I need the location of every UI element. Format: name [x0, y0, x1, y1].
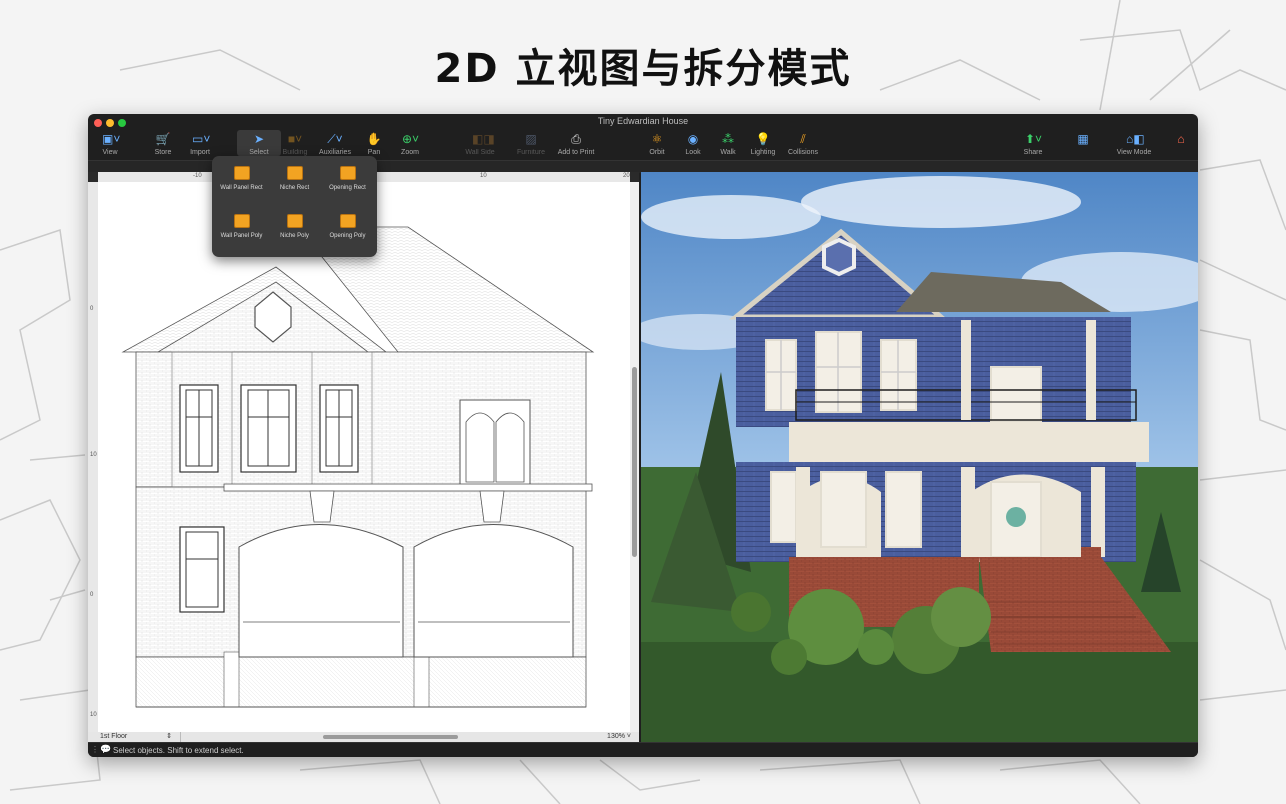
printer-icon: ⎙	[571, 132, 581, 146]
wall-panel-poly-icon	[233, 214, 250, 228]
furniture-icon: ▨	[525, 132, 537, 146]
app-window: Tiny Edwardian House ▣˅ View 🛒 Store ▭˅ Imp…	[88, 114, 1198, 757]
share-icon: ⬆˅	[1025, 132, 1043, 146]
footsteps-icon: ⁂	[722, 132, 734, 146]
wall-side-icon: ◧◨	[472, 132, 495, 146]
auxiliaries-button[interactable]: ⟋˅ Auxiliaries	[313, 130, 357, 156]
window-title: Tiny Edwardian House	[597, 116, 689, 126]
status-bar: ⋮⋮ 💬 Select objects. Shift to extend sel…	[88, 742, 1198, 757]
wall-panel-poly-tool[interactable]: Wall Panel Poly	[214, 214, 269, 239]
plan-bottom-bar: 1st Floor ⇕ 130% ˅	[88, 732, 639, 742]
bulb-icon: 💡	[755, 132, 771, 146]
help-bubble-icon[interactable]: 💬	[100, 744, 111, 755]
view-mode-button[interactable]: ⌂◧ View Mode	[1112, 130, 1156, 156]
house-3d-render	[641, 172, 1198, 742]
wall-side-button[interactable]: ◧◨ Wall Side	[458, 130, 502, 156]
niche-poly-tool[interactable]: Niche Poly	[267, 214, 322, 239]
headline: 2D 立视图与拆分模式	[434, 46, 852, 92]
building-button[interactable]: ■˅ Building	[273, 130, 317, 156]
niche-rect-tool[interactable]: Niche Rect	[267, 166, 322, 191]
house-3d-icon: ⌂	[1177, 132, 1185, 146]
opening-rect-icon	[339, 166, 356, 180]
floor-selector[interactable]: 1st Floor ⇕	[100, 732, 181, 742]
house-elevation-drawing	[121, 226, 595, 708]
view-mode-2d-button[interactable]: ▦	[1068, 130, 1098, 146]
share-button[interactable]: ⬆˅ Share	[1011, 130, 1055, 156]
vertical-scrollbar[interactable]	[630, 182, 639, 732]
add-to-print-button[interactable]: ⎙ Add to Print	[554, 130, 598, 156]
opening-poly-icon	[339, 214, 356, 228]
import-button[interactable]: ▭˅ Import	[178, 130, 222, 156]
view-icon: ▣˅	[102, 132, 121, 146]
niche-poly-icon	[286, 214, 303, 228]
niche-rect-icon	[286, 166, 303, 180]
opening-rect-tool[interactable]: Opening Rect	[320, 166, 375, 191]
3d-view-pane[interactable]	[641, 172, 1198, 742]
building-tools-popover: Wall Panel Rect Niche Rect Opening Rect …	[212, 156, 377, 257]
plan-view-icon: ▦	[1077, 132, 1089, 146]
building-icon: ■˅	[287, 132, 303, 146]
cart-icon: 🛒	[155, 132, 171, 146]
vertical-scroll-thumb[interactable]	[632, 367, 637, 557]
zoom-level[interactable]: 130% ˅	[607, 732, 631, 742]
chevron-up-down-icon: ⇕	[166, 733, 172, 740]
view-mode-3d-button[interactable]: ⌂	[1166, 130, 1196, 146]
horizontal-scroll-thumb[interactable]	[323, 735, 458, 739]
collisions-button[interactable]: ⫽ Collisions	[781, 130, 825, 156]
split-view-icon: ⌂◧	[1126, 132, 1145, 146]
view-button[interactable]: ▣˅ View	[88, 130, 132, 156]
wall-panel-rect-icon	[233, 166, 250, 180]
left-ruler: 0 10 0 10	[88, 182, 98, 732]
magnifier-icon: ⊕˅	[402, 132, 420, 146]
orbit-icon: ⚛	[651, 132, 663, 146]
elevation-canvas[interactable]	[98, 182, 630, 732]
lighting-button[interactable]: 💡 Lighting	[741, 130, 785, 156]
import-icon: ▭˅	[192, 132, 211, 146]
title-bar: Tiny Edwardian House	[88, 114, 1198, 130]
status-text: Select objects. Shift to extend select.	[113, 746, 244, 755]
hand-icon: ✋	[366, 132, 382, 146]
elevation-pane: -10 0 10 20 0 10 0 10	[88, 172, 639, 742]
collisions-icon: ⫽	[800, 132, 806, 146]
eye-icon: ◉	[687, 132, 699, 146]
opening-poly-tool[interactable]: Opening Poly	[320, 214, 375, 239]
furniture-button[interactable]: ▨ Furniture	[509, 130, 553, 156]
cursor-icon: ➤	[253, 132, 265, 146]
auxiliaries-icon: ⟋˅	[327, 132, 343, 146]
zoom-button[interactable]: ⊕˅ Zoom	[388, 130, 432, 156]
wall-panel-rect-tool[interactable]: Wall Panel Rect	[214, 166, 269, 191]
